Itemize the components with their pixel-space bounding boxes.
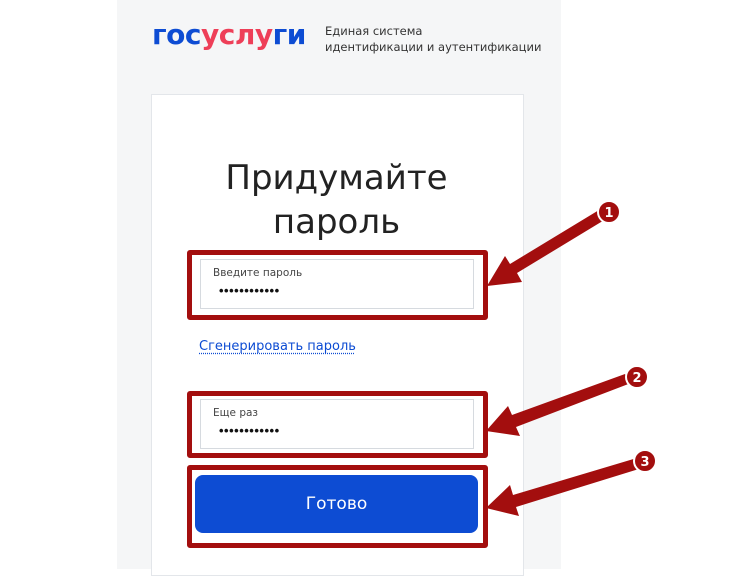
step-badge-3: 3 xyxy=(633,449,657,473)
password-field-value[interactable]: •••••••••••• xyxy=(219,283,280,298)
logo-word-part: ги xyxy=(272,18,307,51)
password-field[interactable]: Введите пароль •••••••••••• xyxy=(200,259,474,309)
step-badge-label: 2 xyxy=(632,371,641,386)
step-badge-1: 1 xyxy=(597,200,621,224)
logo-wordmark: госуслуги xyxy=(152,17,306,53)
repeat-password-field-label: Еще раз xyxy=(213,407,259,419)
submit-button[interactable]: Готово xyxy=(195,475,478,533)
step-badge-label: 1 xyxy=(604,206,613,221)
page-title-line: Придумайте xyxy=(225,157,448,198)
repeat-password-field-value[interactable]: •••••••••••• xyxy=(219,423,280,438)
gosuslugi-logo: госуслуги Единая система идентификации и… xyxy=(152,17,572,57)
logo-subtitle: Единая система идентификации и аутентифи… xyxy=(325,23,541,55)
password-field-label: Введите пароль xyxy=(213,267,303,279)
logo-word-part: услу xyxy=(200,18,273,51)
repeat-password-field[interactable]: Еще раз •••••••••••• xyxy=(200,399,474,449)
page-title: Придумайте пароль xyxy=(151,156,522,244)
step-badge-2: 2 xyxy=(625,365,649,389)
logo-word-part: гос xyxy=(152,18,201,51)
logo-subtitle-line: Единая система xyxy=(325,24,423,38)
step-badge-label: 3 xyxy=(640,455,649,470)
generate-password-link[interactable]: Сгенерировать пароль xyxy=(199,339,356,354)
logo-subtitle-line: идентификации и аутентификации xyxy=(325,40,542,54)
page-title-line: пароль xyxy=(272,201,401,242)
